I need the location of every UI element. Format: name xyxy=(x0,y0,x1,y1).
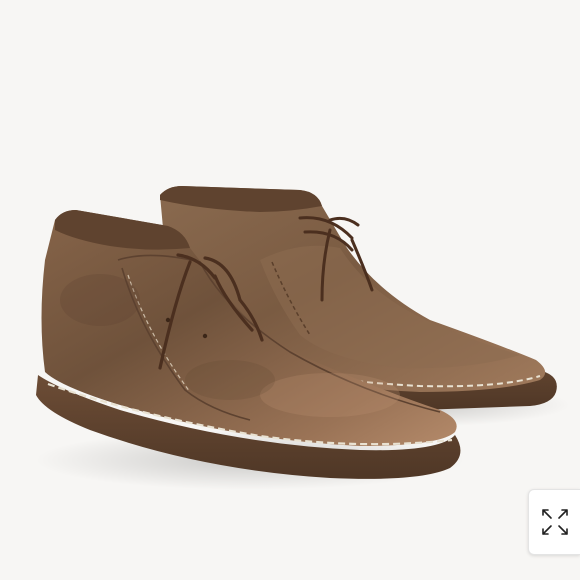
expand-image-button[interactable] xyxy=(528,489,580,555)
product-image-viewer xyxy=(0,0,580,580)
product-image[interactable] xyxy=(0,0,580,580)
expand-arrows-icon xyxy=(541,509,568,535)
